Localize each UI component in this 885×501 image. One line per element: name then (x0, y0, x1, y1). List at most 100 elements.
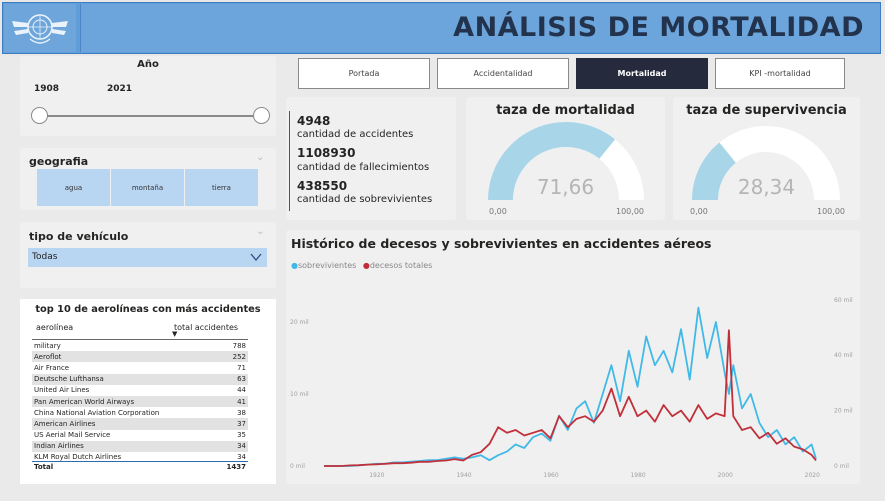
year-slicer-title: Año (137, 59, 159, 70)
x-axis-tick: 1980 (630, 472, 645, 479)
year-slider-track[interactable] (40, 115, 262, 117)
y-axis-left-tick: 10 mil (290, 391, 309, 398)
airline-accident-count: 41 (222, 395, 248, 408)
year-slider-end-handle[interactable] (253, 107, 270, 124)
table-row[interactable]: China National Aviation Corporation 38 (32, 407, 248, 418)
vehiculo-dropdown[interactable]: Todas (28, 248, 267, 267)
header: ANÁLISIS DE MORTALIDAD (0, 0, 885, 56)
table-row[interactable]: Indian Airlines 34 (32, 440, 248, 452)
kpi-accidentes-value: 4948 (297, 114, 331, 128)
table-row[interactable]: US Aerial Mail Service 35 (32, 430, 248, 441)
icao-logo (4, 4, 76, 52)
gauge-mortalidad-card: taza de mortalidad 71,66 0,00 100,00 (466, 97, 665, 220)
airline-accident-count: 34 (222, 440, 248, 452)
nav-button-accidentalidad[interactable]: Accidentalidad (437, 58, 569, 89)
x-axis-tick: 1920 (369, 472, 384, 479)
geografia-option-tierra[interactable]: tierra (185, 169, 258, 206)
airline-name: Air France (34, 363, 70, 372)
gauge-supervivencia (692, 126, 840, 200)
top10-total-value: 1437 (226, 463, 246, 471)
table-row[interactable]: Deutsche Lufthansa 63 (32, 373, 248, 385)
nav-button-mortalidad[interactable]: Mortalidad (576, 58, 708, 89)
geografia-option-agua[interactable]: agua (37, 169, 110, 206)
table-row[interactable]: Aeroflot 252 (32, 351, 248, 363)
kpi-fallecimientos-label: cantidad de fallecimientos (297, 162, 430, 173)
year-end-value[interactable]: 2021 (107, 84, 132, 94)
airline-accident-count: 37 (222, 418, 248, 430)
kpi-divider (289, 111, 290, 211)
kpi-sobrevivientes-label: cantidad de sobrevivientes (297, 194, 433, 205)
gauge-mortalidad-min: 0,00 (489, 207, 507, 216)
nav-button-kpi-mortalidad[interactable]: KPI -mortalidad (715, 58, 845, 89)
airline-name: Pan American World Airways (32, 395, 223, 408)
airline-name: Deutsche Lufthansa (32, 373, 223, 385)
y-axis-right-tick: 20 mil (834, 408, 853, 415)
airline-name: American Airlines (32, 418, 223, 430)
vehiculo-title: tipo de vehículo (29, 230, 129, 243)
gauge-supervivencia-max: 100,00 (817, 207, 845, 216)
airline-accident-count: 788 (232, 341, 246, 350)
gauge-mortalidad-value: 71,66 (536, 175, 595, 199)
sort-desc-icon[interactable]: ▼ (172, 330, 177, 338)
table-row[interactable]: United Air Lines 44 (32, 385, 248, 396)
gauge-supervivencia-min: 0,00 (690, 207, 708, 216)
x-axis-tick: 1940 (456, 472, 471, 479)
x-axis-tick: 1960 (543, 472, 558, 479)
top10-table-card: top 10 de aerolíneas con más accidentes … (20, 299, 276, 484)
line-chart[interactable]: 0 mil 10 mil 20 mil 0 mil 20 mil 40 mil 60 mil… (286, 230, 860, 484)
gauge-mortalidad-max: 100,00 (616, 207, 644, 216)
kpi-accidentes-label: cantidad de accidentes (297, 129, 414, 140)
x-axis-tick: 2020 (805, 472, 820, 479)
page-title: ANÁLISIS DE MORTALIDAD (453, 12, 864, 43)
airline-name: Aeroflot (32, 351, 223, 363)
year-slider-start-handle[interactable] (31, 107, 48, 124)
y-axis-right-tick: 60 mil (834, 297, 853, 304)
y-axis-right-tick: 40 mil (834, 352, 853, 359)
series-line-sobrevivientes (324, 306, 817, 467)
table-row[interactable]: American Airlines 37 (32, 418, 248, 430)
y-axis-left-tick: 0 mil (290, 463, 305, 470)
geografia-slicer: geografia ⌄ agua montaña tierra (20, 148, 276, 210)
gauge-mortalidad (488, 122, 644, 200)
table-row[interactable]: Pan American World Airways 41 (32, 395, 248, 408)
gauge-supervivencia-value: 28,34 (737, 175, 796, 199)
year-start-value[interactable]: 1908 (34, 84, 59, 94)
kpi-sobrevivientes-value: 438550 (297, 179, 348, 193)
airline-name: China National Aviation Corporation (34, 408, 160, 417)
geografia-title: geografia (29, 155, 89, 168)
top10-title: top 10 de aerolíneas con más accidentes (35, 304, 261, 315)
vehiculo-slicer: tipo de vehículo ⌄ Todas (20, 222, 276, 288)
geografia-option-montana[interactable]: montaña (111, 169, 184, 206)
series-line-decesos (324, 329, 817, 467)
airline-accident-count: 71 (237, 363, 246, 372)
airline-name: US Aerial Mail Service (34, 431, 111, 440)
kpi-card: 4948 cantidad de accidentes 1108930 cant… (286, 97, 456, 220)
y-axis-right-tick: 0 mil (834, 463, 849, 470)
historico-chart-card: Histórico de decesos y sobrevivientes en… (286, 230, 860, 484)
airline-name: Indian Airlines (32, 440, 223, 452)
table-row[interactable]: military 788 (32, 340, 248, 351)
top10-col-total[interactable]: total accidentes (174, 323, 238, 332)
title-bar: ANÁLISIS DE MORTALIDAD (80, 4, 880, 52)
table-row[interactable]: Air France 71 (32, 362, 248, 373)
total-divider (32, 461, 248, 462)
chevron-down-icon (250, 253, 262, 262)
top10-table-body: military 788 Aeroflot 252 Air France 71 Deutsc… (32, 340, 248, 463)
airline-accident-count: 44 (237, 386, 246, 395)
chevron-down-icon[interactable]: ⌄ (256, 226, 264, 237)
chevron-down-icon[interactable]: ⌄ (256, 152, 264, 163)
airline-accident-count: 63 (222, 373, 248, 385)
airline-name: United Air Lines (34, 386, 90, 395)
airline-accident-count: 252 (222, 351, 248, 363)
year-slicer: Año 1908 2021 (20, 56, 276, 136)
vehiculo-selected: Todas (32, 252, 58, 262)
airline-name: military (34, 341, 61, 350)
nav-button-portada[interactable]: Portada (298, 58, 430, 89)
x-axis-tick: 2000 (718, 472, 733, 479)
top10-col-aerolinea[interactable]: aerolínea (36, 323, 73, 332)
gauge-supervivencia-card: taza de supervivencia 28,34 0,00 100,00 (673, 97, 860, 220)
y-axis-left-tick: 20 mil (290, 319, 309, 326)
airline-accident-count: 38 (237, 408, 246, 417)
kpi-fallecimientos-value: 1108930 (297, 146, 356, 160)
top10-total-label: Total (34, 463, 54, 471)
